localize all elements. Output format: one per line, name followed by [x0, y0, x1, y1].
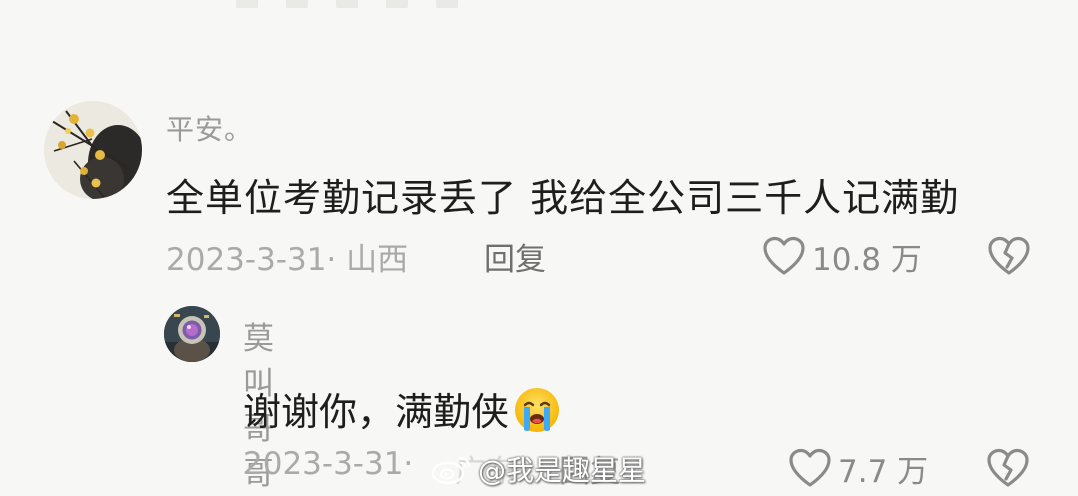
comment-date-location: 2023-3-31· 山西: [166, 242, 409, 278]
broken-heart-icon: [988, 236, 1030, 275]
avatar-astronaut-image: [164, 306, 220, 362]
loudly-crying-face-icon: [513, 386, 561, 434]
watermark-text: @我是趣星星: [478, 454, 647, 487]
comment-text: 全单位考勤记录丢了 我给全公司三千人记满勤: [166, 176, 960, 220]
weibo-logo-icon: [431, 456, 471, 485]
heart-outline-icon: [789, 448, 831, 487]
heart-outline-icon: [763, 236, 805, 275]
comment-item: 平安。 全单位考勤记录丢了 我给全公司三千人记满勤 2023-3-31· 山西 …: [0, 0, 1078, 290]
like-button[interactable]: 10.8 万: [762, 234, 922, 278]
avatar-flowers-image: [44, 101, 142, 199]
avatar[interactable]: [44, 101, 142, 199]
comment-thread: 平安。 全单位考勤记录丢了 我给全公司三千人记满勤 2023-3-31· 山西 …: [0, 0, 1078, 496]
avatar[interactable]: [164, 306, 220, 362]
like-count: 10.8 万: [812, 241, 922, 278]
watermark: @我是趣星星: [430, 449, 646, 489]
comment-date: 2023-3-31·: [243, 446, 414, 482]
broken-heart-icon: [987, 448, 1029, 487]
comment-meta-row: 2023-3-31· 山西 回复 10.8 万: [166, 234, 1046, 278]
like-button[interactable]: 7.7 万: [788, 446, 928, 490]
reply-button[interactable]: 回复: [484, 234, 546, 279]
comment-text: 谢谢你，满勤侠: [243, 390, 510, 434]
dislike-button[interactable]: [986, 234, 1032, 278]
comment-username[interactable]: 平安。: [166, 108, 253, 148]
dislike-button[interactable]: [985, 446, 1031, 490]
like-count: 7.7 万: [838, 453, 929, 490]
comment-text-container: 谢谢你，满勤侠: [243, 381, 561, 436]
